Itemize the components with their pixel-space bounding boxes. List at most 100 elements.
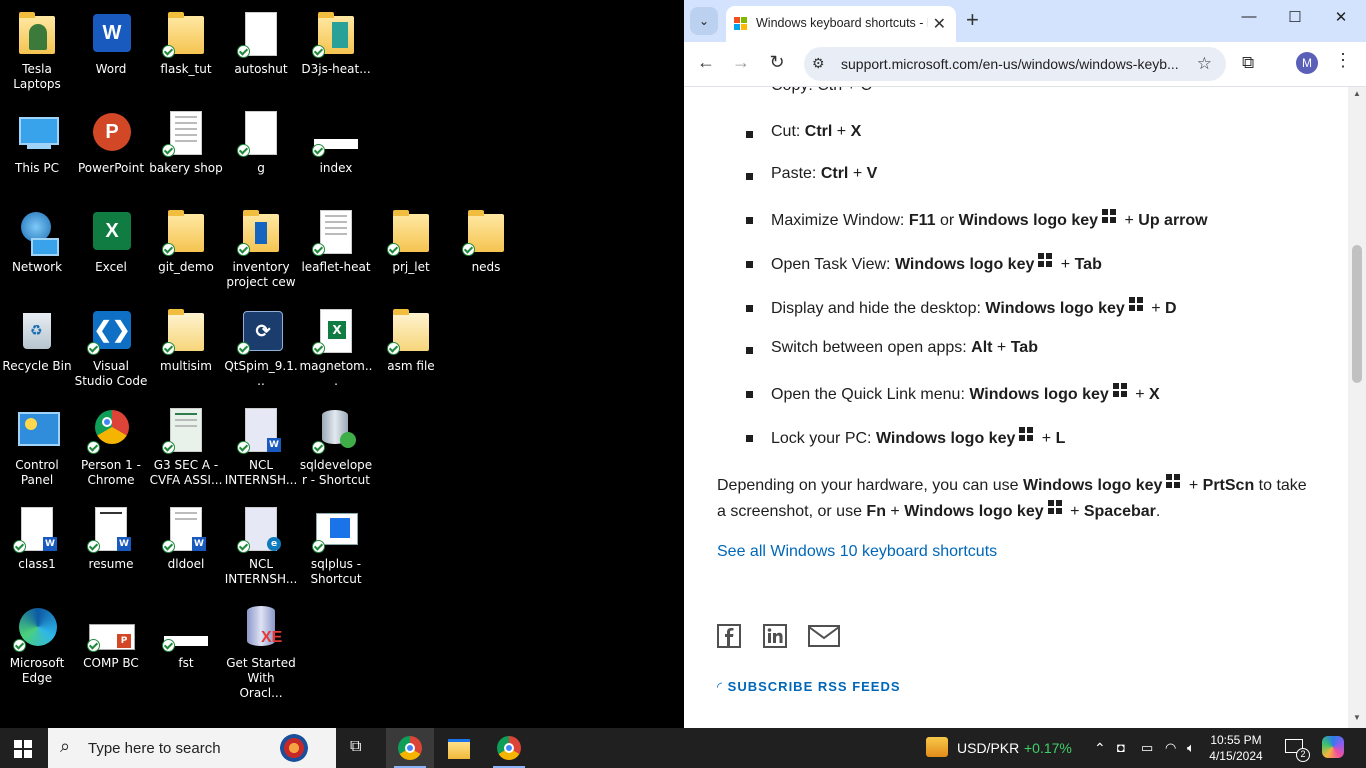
chrome-icon — [398, 736, 422, 760]
partial-shortcut-item: Copy: Ctrl + C — [771, 87, 872, 95]
vscode-icon: ❮❯ — [87, 307, 135, 355]
battery-icon[interactable]: ▭ — [1141, 740, 1153, 756]
desktop-icon-sqlplus[interactable]: sqlplus - Shortcut — [299, 499, 373, 587]
shortcut-key: Windows logo key — [875, 430, 1016, 447]
desktop-icon-neds[interactable]: neds — [449, 202, 523, 275]
desktop-icon-d3js-heat[interactable]: D3js-heat... — [299, 4, 373, 77]
shortcut-label: Display and hide the desktop: — [771, 300, 981, 317]
desktop-icon-asm-file[interactable]: asm file — [374, 301, 448, 374]
desktop-icon-person1-chrome[interactable]: Person 1 - Chrome — [74, 400, 148, 488]
key-name: PrtScn — [1202, 477, 1255, 494]
desktop-icon-g3-sec-a[interactable]: G3 SEC A - CVFA ASSI... — [149, 400, 223, 488]
meet-now-icon[interactable]: ◘ — [1117, 740, 1125, 755]
desktop-icon-class1[interactable]: W class1 — [0, 499, 74, 572]
kebab-menu-icon[interactable]: ⋮ — [1334, 50, 1352, 71]
tab-title: Windows keyboard shortcuts - M — [756, 16, 928, 30]
desktop-icon-network[interactable]: Network — [0, 202, 74, 275]
extensions-icon[interactable]: ⧉ — [1242, 53, 1254, 73]
scroll-down-arrow-icon[interactable]: ▼ — [1353, 713, 1361, 722]
currency-change[interactable]: +0.17% — [1024, 740, 1072, 756]
desktop-icon-ncl-internship-2[interactable]: e NCL INTERNSH... — [224, 499, 298, 587]
address-bar[interactable]: ⚙ support.microsoft.com/en-us/windows/wi… — [804, 47, 1226, 81]
scroll-up-arrow-icon[interactable]: ▲ — [1353, 89, 1361, 98]
taskbar-chrome-2[interactable] — [485, 728, 533, 768]
desktop-icon-tesla-laptops[interactable]: Tesla Laptops — [0, 4, 74, 92]
document-icon — [312, 208, 360, 256]
bookmark-star-icon[interactable]: ☆ — [1197, 54, 1212, 74]
forward-button[interactable]: → — [729, 52, 753, 73]
vertical-scrollbar[interactable]: ▲ ▼ — [1348, 87, 1366, 728]
site-info-icon[interactable]: ⚙ — [812, 55, 825, 72]
desktop-icon-magnetom[interactable]: X magnetom... — [299, 301, 373, 389]
desktop-icon-prj-let[interactable]: prj_let — [374, 202, 448, 275]
close-button[interactable]: ✕ — [1318, 8, 1364, 26]
desktop-icon-index[interactable]: index — [299, 103, 373, 176]
minimize-button[interactable]: — — [1226, 8, 1272, 25]
desktop-icon-bakery-shop[interactable]: bakery shop — [149, 103, 223, 176]
desktop-icon-this-pc[interactable]: This PC — [0, 103, 74, 176]
bullet — [746, 305, 753, 312]
shortcut-key: V — [866, 165, 878, 182]
desktop-icon-recycle-bin[interactable]: ♻ Recycle Bin — [0, 301, 74, 374]
desktop-icon-fst[interactable]: fst — [149, 598, 223, 671]
reload-button[interactable]: ↻ — [765, 52, 789, 73]
shortcut-key: X — [850, 123, 862, 140]
shortcut-item: Open the Quick Link menu: Windows logo k… — [771, 383, 1160, 404]
maximize-button[interactable]: ☐ — [1272, 8, 1318, 26]
see-all-shortcuts-link[interactable]: See all Windows 10 keyboard shortcuts — [717, 543, 997, 561]
desktop-icon-powerpoint[interactable]: P PowerPoint — [74, 103, 148, 176]
desktop-icon-resume[interactable]: W resume — [74, 499, 148, 572]
task-view-button[interactable]: ⧉ — [336, 728, 384, 768]
taskbar-chrome-1[interactable] — [386, 728, 434, 768]
desktop-icon-control-panel[interactable]: Control Panel — [0, 400, 74, 488]
linkedin-icon[interactable] — [763, 624, 787, 648]
taskbar-file-explorer[interactable] — [435, 728, 483, 768]
rss-subscribe-link[interactable]: ◜ SUBSCRIBE RSS FEEDS — [717, 679, 901, 695]
wifi-icon[interactable]: ◠ — [1165, 740, 1176, 756]
shortcut-label: Open the Quick Link menu: — [771, 386, 965, 403]
currency-pair[interactable]: USD/PKR — [957, 740, 1019, 756]
desktop-icon-dldoel[interactable]: W dldoel — [149, 499, 223, 572]
shortcut-key: Up arrow — [1138, 212, 1208, 229]
email-icon[interactable] — [808, 624, 840, 648]
desktop-icon-multisim[interactable]: multisim — [149, 301, 223, 374]
windows-start-icon[interactable] — [14, 740, 32, 758]
scrollbar-thumb[interactable] — [1352, 245, 1362, 383]
back-button[interactable]: ← — [694, 52, 718, 73]
facebook-icon[interactable] — [717, 624, 741, 648]
desktop-icon-flask-tut[interactable]: flask_tut — [149, 4, 223, 77]
shortcut-separator: or — [935, 212, 959, 229]
desktop-icon-excel[interactable]: X Excel — [74, 202, 148, 275]
desktop-icon-oracle[interactable]: XE Get Started With Oracl... — [224, 598, 298, 701]
shortcut-item: Display and hide the desktop: Windows lo… — [771, 297, 1177, 318]
rss-label: SUBSCRIBE RSS FEEDS — [727, 679, 901, 694]
desktop-icon-qtspim[interactable]: ⟳ QtSpim_9.1... — [224, 301, 298, 389]
currency-widget-icon[interactable] — [926, 737, 948, 757]
new-tab-button[interactable]: + — [966, 8, 979, 32]
desktop-icon-sqldeveloper[interactable]: sqldeveloper - Shortcut — [299, 400, 373, 488]
desktop-icon-word[interactable]: W Word — [74, 4, 148, 77]
browser-window: ⌄ Windows keyboard shortcuts - M ✕ + — ☐… — [684, 0, 1366, 728]
copilot-icon[interactable] — [1322, 736, 1344, 758]
desktop-icon-ncl-internship-1[interactable]: W NCL INTERNSH... — [224, 400, 298, 488]
close-tab-icon[interactable]: ✕ — [933, 14, 946, 34]
desktop-icon-leaflet-heat[interactable]: leaflet-heat — [299, 202, 373, 275]
desktop-icon-autoshut[interactable]: autoshut — [224, 4, 298, 77]
profile-avatar[interactable]: M — [1296, 52, 1318, 74]
desktop-icon-vscode[interactable]: ❮❯ Visual Studio Code — [74, 301, 148, 389]
desktop-icon-g[interactable]: g — [224, 103, 298, 176]
tab-windows-keyboard-shortcuts[interactable]: Windows keyboard shortcuts - M ✕ — [726, 6, 956, 42]
taskbar-search-box[interactable]: ⌕ Type here to search — [48, 728, 336, 768]
desktop-icon-git-demo[interactable]: git_demo — [149, 202, 223, 275]
notification-count-badge: 2 — [1296, 748, 1310, 762]
excel-file-icon: X — [312, 307, 360, 355]
file-explorer-icon — [448, 739, 470, 759]
tab-search-button[interactable]: ⌄ — [690, 7, 718, 35]
key-name: Windows logo key — [1022, 477, 1163, 494]
taskbar-clock[interactable]: 10:55 PM 4/15/2024 — [1206, 732, 1266, 764]
desktop-icon-edge[interactable]: Microsoft Edge — [0, 598, 74, 686]
desktop-icon-comp-bc[interactable]: P COMP BC — [74, 598, 148, 671]
speaker-icon[interactable]: 🔈︎ — [1187, 740, 1195, 756]
chevron-up-icon[interactable]: ⌃ — [1094, 740, 1106, 757]
desktop-icon-inventory-project[interactable]: inventory project cew — [224, 202, 298, 290]
